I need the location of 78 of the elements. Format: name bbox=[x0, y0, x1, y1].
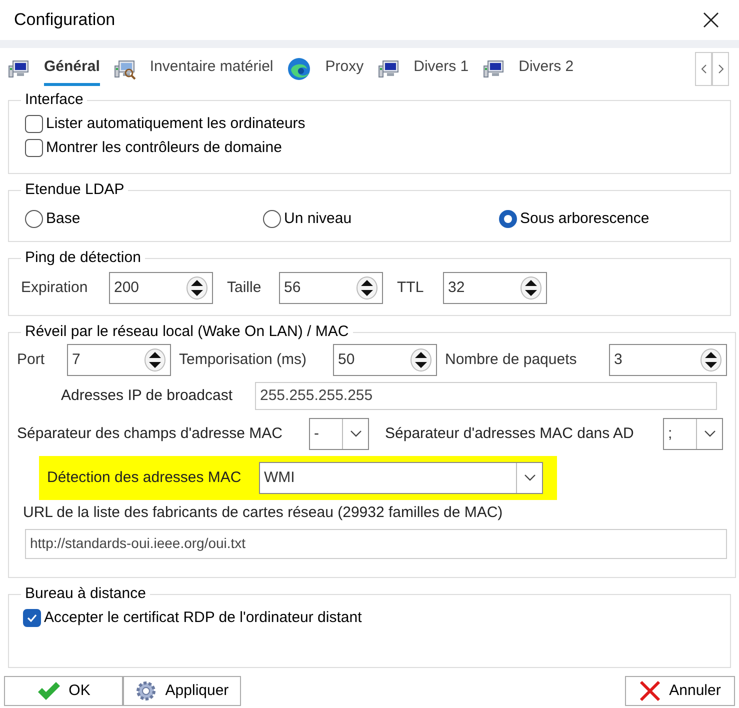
field-value: 200 bbox=[114, 278, 140, 298]
spin-arrows-icon[interactable] bbox=[520, 276, 542, 300]
chevron-left-icon bbox=[700, 64, 706, 74]
tab[interactable]: Divers 1 bbox=[414, 52, 469, 86]
group-title: Ping de détection bbox=[24, 248, 142, 268]
checkbox-label: Montrer les contrôleurs de domaine bbox=[46, 138, 282, 158]
dropdown-value: ; bbox=[667, 424, 674, 444]
tab[interactable]: Inventaire matériel bbox=[150, 52, 274, 86]
checkbox-label: Lister automatiquement les ordinateurs bbox=[46, 114, 306, 134]
field-label: TTL bbox=[397, 278, 425, 298]
browser-icon bbox=[287, 57, 312, 81]
text-field[interactable]: http://standards-oui.ieee.org/oui.txt bbox=[25, 528, 727, 558]
field-label: Détection des adresses MAC bbox=[47, 468, 242, 488]
spin-field[interactable]: 56 bbox=[279, 272, 383, 304]
computer-icon bbox=[482, 58, 505, 80]
tab[interactable]: Proxy bbox=[325, 52, 364, 86]
spin-field[interactable]: 50 bbox=[333, 344, 437, 376]
cancel-button[interactable]: Annuler bbox=[625, 676, 735, 706]
chevron-down-icon bbox=[350, 430, 362, 438]
field-label: Séparateur des champs d'adresse MAC bbox=[17, 424, 284, 444]
cross-icon bbox=[639, 680, 662, 702]
radio-button[interactable] bbox=[25, 210, 43, 228]
spin-arrows-icon[interactable] bbox=[356, 276, 378, 300]
radio-button[interactable] bbox=[263, 210, 281, 228]
spin-field[interactable]: 200 bbox=[109, 272, 213, 304]
spin-arrows-icon[interactable] bbox=[144, 348, 166, 372]
checkbox[interactable] bbox=[25, 139, 43, 157]
dropdown-value: WMI bbox=[263, 468, 296, 488]
checkbox-label: Accepter le certificat RDP de l'ordinateur distant bbox=[44, 608, 362, 628]
radio-label: Base bbox=[46, 209, 80, 229]
dropdown[interactable]: - bbox=[309, 418, 369, 450]
field-value: 32 bbox=[448, 278, 466, 298]
field-label: Taille bbox=[227, 278, 262, 298]
field-value: 7 bbox=[72, 350, 82, 370]
computer-icon bbox=[8, 58, 30, 80]
spin-field[interactable]: 7 bbox=[67, 344, 171, 376]
radio-label: Un niveau bbox=[284, 209, 352, 229]
checkmark-icon bbox=[36, 681, 61, 701]
radio-label: Sous arborescence bbox=[520, 209, 650, 229]
ok-button[interactable]: OK bbox=[4, 676, 123, 706]
window-title: Configuration bbox=[14, 9, 116, 32]
spin-field[interactable]: 3 bbox=[609, 344, 727, 376]
field-label: Adresses IP de broadcast bbox=[61, 386, 234, 406]
chevron-down-icon bbox=[524, 474, 536, 482]
checkbox[interactable] bbox=[25, 115, 43, 133]
field-label: Nombre de paquets bbox=[445, 350, 578, 370]
field-value: 56 bbox=[284, 278, 302, 298]
gear-icon bbox=[135, 680, 158, 702]
spin-field[interactable]: 32 bbox=[443, 272, 547, 304]
group-title: Bureau à distance bbox=[24, 584, 147, 604]
dropdown[interactable]: WMI bbox=[259, 462, 543, 494]
field-label: Expiration bbox=[21, 278, 89, 298]
tab[interactable]: Général bbox=[44, 52, 100, 86]
group-title: Etendue LDAP bbox=[24, 180, 126, 200]
computer-magnifier-icon bbox=[114, 58, 136, 80]
field-label: Séparateur d'adresses MAC dans AD bbox=[385, 424, 635, 444]
field-value: 3 bbox=[614, 350, 624, 370]
check-icon bbox=[26, 612, 38, 624]
text-field[interactable]: 255.255.255.255 bbox=[255, 382, 717, 410]
chevron-down-icon bbox=[704, 430, 716, 438]
radio-button[interactable] bbox=[499, 210, 517, 228]
chevron-right-icon bbox=[718, 64, 724, 74]
spin-arrows-icon[interactable] bbox=[700, 348, 722, 372]
checkbox[interactable] bbox=[23, 609, 41, 627]
field-label: URL de la liste des fabricants de cartes réseau (29932 familles de MAC) bbox=[22, 503, 504, 523]
dropdown-value: - bbox=[313, 424, 320, 444]
spin-arrows-icon[interactable] bbox=[410, 348, 432, 372]
field-label: Port bbox=[17, 350, 46, 370]
field-value: 50 bbox=[338, 350, 356, 370]
group-title: Interface bbox=[24, 90, 84, 110]
apply-button[interactable]: Appliquer bbox=[123, 676, 241, 706]
dropdown[interactable]: ; bbox=[663, 418, 723, 450]
computer-icon bbox=[378, 58, 400, 80]
close-icon bbox=[703, 12, 719, 28]
group-title: Réveil par le réseau local (Wake On LAN) / MAC bbox=[24, 322, 350, 342]
field-label: Temporisation (ms) bbox=[179, 350, 308, 370]
tab[interactable]: Divers 2 bbox=[518, 52, 574, 86]
spin-arrows-icon[interactable] bbox=[186, 276, 208, 300]
